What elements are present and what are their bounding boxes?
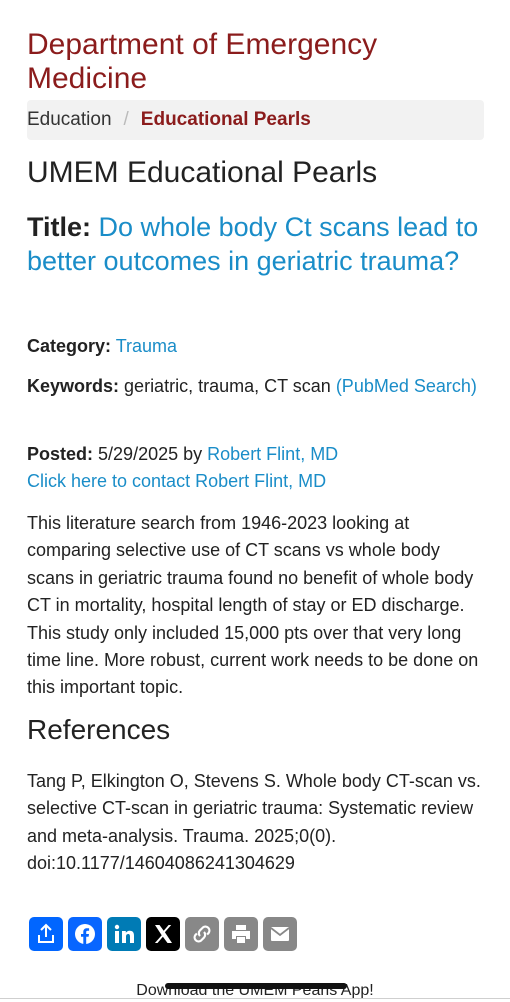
print-button[interactable] (224, 917, 258, 951)
keywords-value: geriatric, trauma, CT scan (124, 376, 331, 396)
share-bar (29, 917, 297, 951)
breadcrumb-education[interactable]: Education (27, 100, 112, 140)
keywords-label: Keywords: (27, 376, 120, 396)
references-heading: References (27, 714, 171, 745)
bottom-divider (0, 998, 510, 999)
print-icon (232, 925, 250, 943)
pubmed-search-link[interactable]: (PubMed Search) (336, 376, 477, 396)
page-title: UMEM Educational Pearls (27, 156, 378, 189)
contact-author-link[interactable]: Click here to contact Robert Flint, MD (27, 471, 326, 491)
share-button[interactable] (29, 917, 63, 951)
category-row: Category: Trauma (27, 333, 484, 360)
posted-row: Posted: 5/29/2025 by Robert Flint, MD Cl… (27, 441, 484, 495)
linkedin-button[interactable] (107, 917, 141, 951)
author-link[interactable]: Robert Flint, MD (207, 444, 338, 464)
pearl-title-link[interactable]: Do whole body Ct scans lead to better ou… (27, 212, 478, 276)
share-icon (38, 923, 54, 943)
breadcrumb-separator: / (123, 109, 129, 130)
posted-label: Posted: (27, 444, 94, 464)
keywords-row: Keywords: geriatric, trauma, CT scan (Pu… (27, 373, 484, 400)
home-indicator (165, 983, 347, 989)
email-button[interactable] (263, 917, 297, 951)
x-button[interactable] (146, 917, 180, 951)
pearl-body: This literature search from 1946-2023 lo… (27, 513, 479, 698)
reference-citation: Tang P, Elkington O, Stevens S. Whole bo… (27, 771, 481, 874)
category-link[interactable]: Trauma (116, 336, 177, 356)
department-title[interactable]: Department of Emergency Medicine (27, 28, 484, 96)
breadcrumb: Education / Educational Pearls (27, 100, 484, 140)
linkedin-icon (114, 924, 134, 943)
facebook-icon (75, 924, 95, 944)
email-icon (270, 927, 290, 941)
posted-date: 5/29/2025 (98, 444, 179, 464)
title-label: Title: (27, 212, 92, 242)
pearl-title: Title: Do whole body Ct scans lead to be… (27, 210, 487, 278)
facebook-button[interactable] (68, 917, 102, 951)
breadcrumb-current[interactable]: Educational Pearls (141, 100, 311, 140)
posted-by: by (183, 444, 203, 464)
copy-link-button[interactable] (185, 917, 219, 951)
copy-link-icon (193, 925, 211, 943)
x-icon (154, 925, 172, 943)
category-label: Category: (27, 336, 112, 356)
